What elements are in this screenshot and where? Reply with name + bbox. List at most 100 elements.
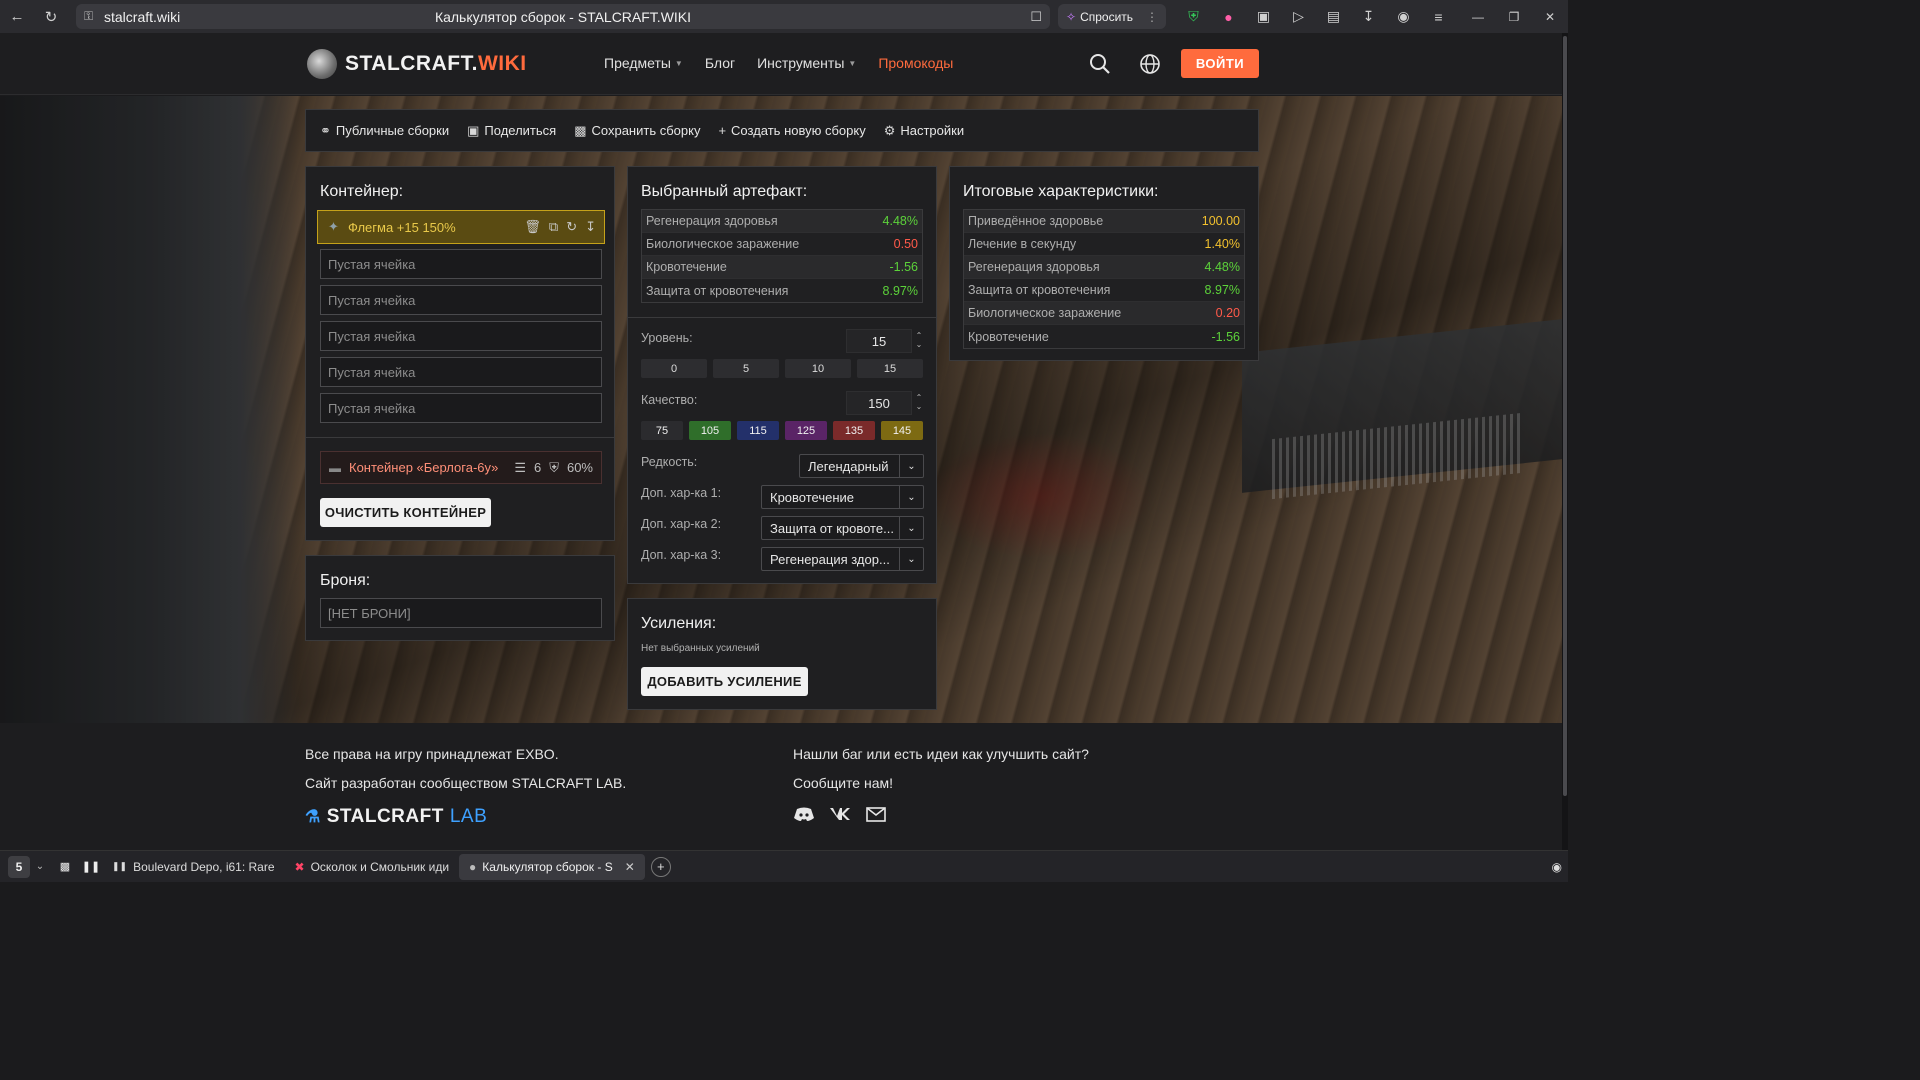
chevron-down-icon[interactable]: ⌄	[30, 861, 50, 872]
quality-label: Качество:	[641, 393, 698, 407]
nav-blog[interactable]: Блог	[705, 55, 735, 71]
stat-row: Защита от кровотечения 8.97%	[964, 279, 1244, 302]
quality-input[interactable]: 150	[846, 391, 912, 415]
globe-icon[interactable]	[1138, 52, 1162, 76]
microphone-icon[interactable]: ◉	[1552, 860, 1562, 874]
selected-stats-table: Регенерация здоровья 4.48% Биологическое …	[641, 209, 923, 303]
mail-icon[interactable]	[865, 803, 887, 825]
armor-panel: Броня: [НЕТ БРОНИ]	[305, 555, 615, 641]
chevron-down-icon[interactable]: ⌄	[914, 402, 924, 411]
quality-preset[interactable]: 135	[833, 421, 875, 440]
level-input[interactable]: 15	[846, 329, 912, 353]
reload-icon[interactable]: ↻	[34, 0, 68, 33]
level-preset[interactable]: 0	[641, 359, 707, 378]
address-bar[interactable]: ⚿ stalcraft.wiki Калькулятор сборок - ST…	[76, 4, 1050, 29]
trash-icon[interactable]: 🗑	[524, 219, 541, 235]
quality-preset[interactable]: 125	[785, 421, 827, 440]
logo-text: STALCRAFT.WIKI	[345, 52, 527, 76]
container-item[interactable]: ▬ Контейнер «Берлога-6у» ☰ 6 ⛨ 60%	[320, 451, 602, 484]
quality-preset[interactable]: 115	[737, 421, 779, 440]
quality-preset[interactable]: 145	[881, 421, 923, 440]
shield-extension-icon[interactable]: ⛨	[1176, 8, 1211, 25]
collections-icon[interactable]: ▤	[1316, 8, 1351, 25]
color-extension-icon[interactable]: ●	[1211, 9, 1246, 25]
selected-artifact-panel: Выбранный артефакт: Регенерация здоровья…	[627, 166, 937, 584]
swap-icon[interactable]: ↻	[566, 219, 577, 235]
rarity-select[interactable]: Легендарный ⌄	[799, 454, 924, 478]
chevron-down-icon[interactable]: ⌄	[914, 340, 924, 349]
window-controls: — ❐ ✕	[1460, 0, 1568, 33]
nav-promo[interactable]: Промокоды	[878, 55, 953, 71]
scrollbar-thumb[interactable]	[1563, 36, 1567, 796]
browser-tab[interactable]: ✖ Осколок и Смольник иди	[285, 854, 460, 880]
export-icon[interactable]: ↧	[585, 219, 596, 235]
public-builds-button[interactable]: ⚭ Публичные сборки	[320, 123, 449, 139]
quality-preset[interactable]: 75	[641, 421, 683, 440]
copy-icon[interactable]: ⧉	[549, 219, 558, 235]
level-spinner[interactable]: ⌃ ⌄	[914, 331, 924, 349]
share-button[interactable]: ▣ Поделиться	[467, 123, 556, 139]
add-boost-button[interactable]: ДОБАВИТЬ УСИЛЕНИЕ	[641, 667, 808, 696]
level-preset[interactable]: 10	[785, 359, 851, 378]
empty-slot-3[interactable]: Пустая ячейка	[320, 321, 602, 351]
browser-tab[interactable]: ❚❚ Boulevard Depo, i61: Rare	[102, 854, 285, 880]
ask-button[interactable]: ✧ Спросить ⋮	[1058, 4, 1166, 29]
container-stats: ☰ 6 ⛨ 60%	[514, 460, 593, 476]
ask-label: Спросить	[1080, 9, 1134, 24]
chevron-up-icon[interactable]: ⌃	[914, 393, 924, 402]
stat-name: Лечение в секунду	[968, 237, 1077, 251]
close-window-icon[interactable]: ✕	[1532, 0, 1568, 33]
extra3-select[interactable]: Регенерация здор... ⌄	[761, 547, 924, 571]
new-build-button[interactable]: + Создать новую сборку	[718, 123, 865, 138]
back-icon[interactable]: ←	[0, 0, 34, 33]
workspace-badge[interactable]: 5	[8, 855, 30, 878]
quality-spinner[interactable]: ⌃ ⌄	[914, 393, 924, 411]
extra2-select[interactable]: Защита от кровоте... ⌄	[761, 516, 924, 540]
bookmark-icon[interactable]: ☐	[1030, 9, 1042, 25]
chat-icon[interactable]: ▩	[54, 856, 76, 878]
share-label: Поделиться	[484, 123, 557, 138]
armor-slot[interactable]: [НЕТ БРОНИ]	[320, 598, 602, 628]
clear-container-button[interactable]: ОЧИСТИТЬ КОНТЕЙНЕР	[320, 498, 491, 527]
quality-preset[interactable]: 105	[689, 421, 731, 440]
vk-icon[interactable]	[829, 803, 851, 825]
extra1-select[interactable]: Кровотечение ⌄	[761, 485, 924, 509]
close-tab-icon[interactable]: ✕	[625, 860, 635, 874]
settings-button[interactable]: ⚙ Настройки	[884, 123, 964, 139]
search-icon[interactable]	[1088, 52, 1112, 76]
browser-tab-active[interactable]: ● Калькулятор сборок - S ✕	[459, 853, 645, 880]
more-icon[interactable]: ⋮	[1146, 10, 1158, 24]
nav-tools[interactable]: Инструменты ▼	[757, 55, 856, 71]
restore-icon[interactable]: ❐	[1496, 0, 1532, 33]
tab-title: Калькулятор сборок - S	[482, 859, 613, 874]
lab-logo[interactable]: ⚗ STALCRAFT LAB	[305, 806, 487, 828]
artifact-slot[interactable]: ✦ Флегма +15 150% 🗑 ⧉ ↻ ↧	[317, 210, 605, 244]
login-button[interactable]: ВОЙТИ	[1181, 49, 1259, 78]
nav-tools-label: Инструменты	[757, 55, 845, 71]
level-preset[interactable]: 15	[857, 359, 923, 378]
stat-value: -1.56	[889, 260, 919, 274]
puzzle-icon[interactable]: ▣	[1246, 8, 1281, 25]
menu-icon[interactable]: ≡	[1421, 9, 1456, 25]
download-icon[interactable]: ↧	[1351, 8, 1386, 25]
nav-items[interactable]: Предметы ▼	[604, 55, 683, 71]
empty-slot-1[interactable]: Пустая ячейка	[320, 249, 602, 279]
stat-row: Кровотечение -1.56	[642, 256, 922, 279]
site-logo[interactable]: STALCRAFT.WIKI	[307, 49, 527, 79]
minimize-icon[interactable]: —	[1460, 0, 1496, 33]
chevron-up-icon[interactable]: ⌃	[914, 331, 924, 340]
boosts-empty-text: Нет выбранных усилений	[641, 643, 760, 654]
stat-name: Приведённое здоровье	[968, 214, 1104, 228]
empty-slot-2[interactable]: Пустая ячейка	[320, 285, 602, 315]
profile-icon[interactable]: ◉	[1386, 8, 1421, 25]
empty-slot-4[interactable]: Пустая ячейка	[320, 357, 602, 387]
pause-icon[interactable]: ❚❚	[80, 856, 102, 878]
discord-icon[interactable]	[793, 803, 815, 825]
save-build-button[interactable]: ▩ Сохранить сборку	[574, 123, 700, 139]
media-icon[interactable]: ▷	[1281, 8, 1316, 25]
level-preset[interactable]: 5	[713, 359, 779, 378]
nav-blog-label: Блог	[704, 55, 736, 71]
new-tab-button[interactable]: +	[650, 856, 671, 877]
stat-row: Приведённое здоровье 100.00	[964, 210, 1244, 233]
empty-slot-5[interactable]: Пустая ячейка	[320, 393, 602, 423]
